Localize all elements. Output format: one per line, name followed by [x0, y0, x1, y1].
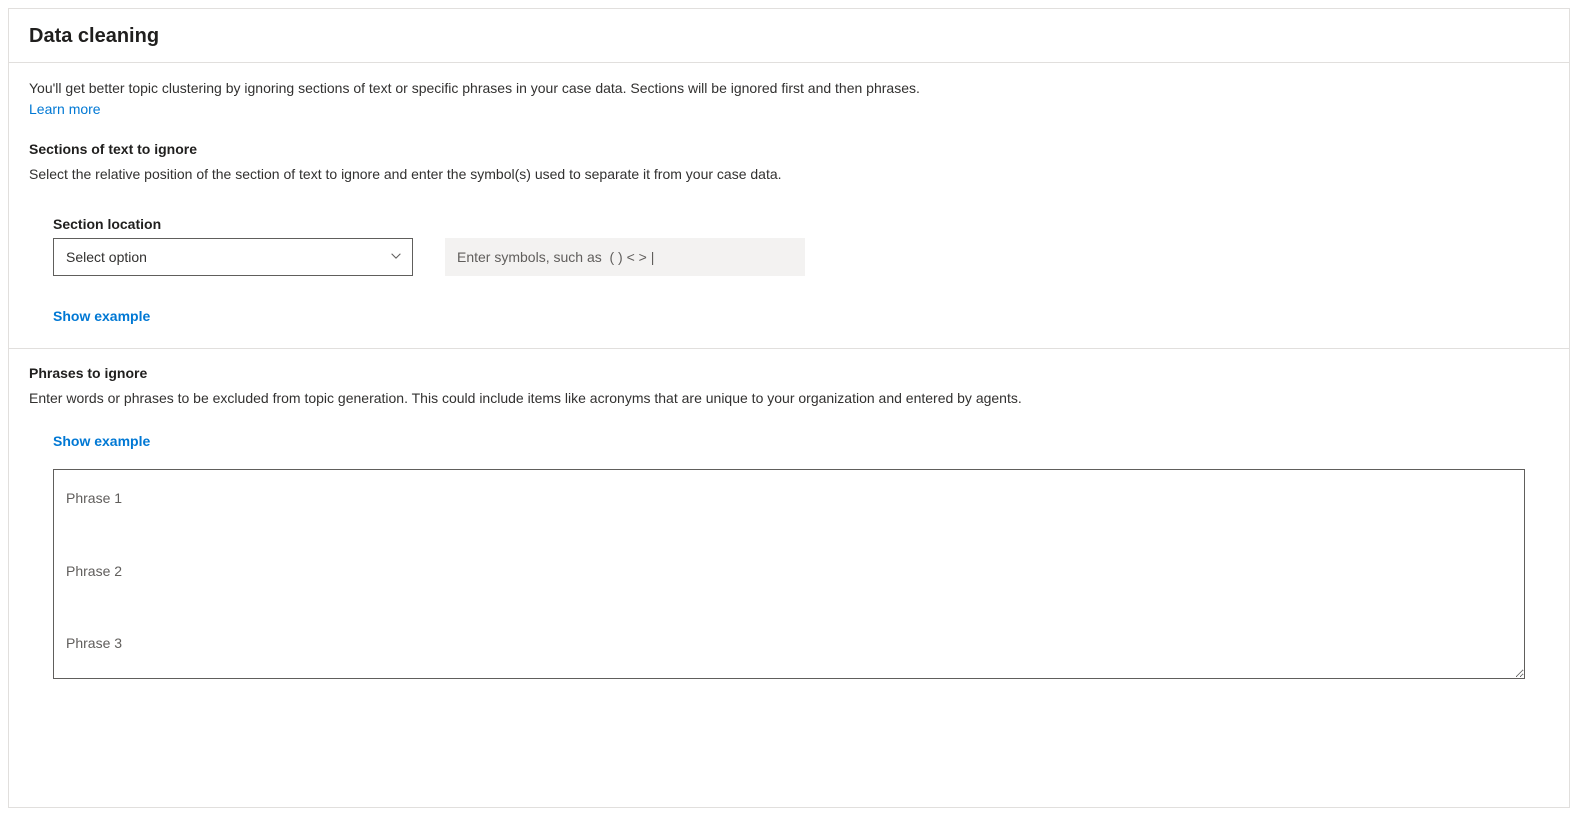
phrases-ignore-description: Enter words or phrases to be excluded fr…: [9, 389, 1569, 417]
sections-ignore-description: Select the relative position of the sect…: [9, 165, 1569, 193]
symbols-input[interactable]: [445, 238, 805, 276]
phrases-textarea-wrap: [9, 461, 1569, 682]
panel-header: Data cleaning: [9, 9, 1569, 63]
learn-more-link[interactable]: Learn more: [29, 101, 101, 117]
intro-text: You'll get better topic clustering by ig…: [29, 79, 1549, 99]
section-location-row: Select option: [53, 238, 1549, 276]
show-example-sections-link[interactable]: Show example: [9, 292, 150, 332]
section-location-form: Section location Select option: [9, 192, 1569, 292]
section-location-select[interactable]: Select option: [53, 238, 413, 276]
phrases-ignore-title: Phrases to ignore: [9, 349, 1569, 389]
section-location-select-wrap: Select option: [53, 238, 413, 276]
show-example-phrases-link[interactable]: Show example: [9, 417, 150, 461]
data-cleaning-panel: Data cleaning You'll get better topic cl…: [8, 8, 1570, 808]
phrases-textarea[interactable]: [53, 469, 1525, 679]
intro-section: You'll get better topic clustering by ig…: [9, 63, 1569, 125]
section-location-select-value: Select option: [66, 249, 147, 265]
sections-ignore-title: Sections of text to ignore: [9, 125, 1569, 165]
section-location-label: Section location: [53, 216, 1549, 232]
page-title: Data cleaning: [29, 25, 1549, 48]
